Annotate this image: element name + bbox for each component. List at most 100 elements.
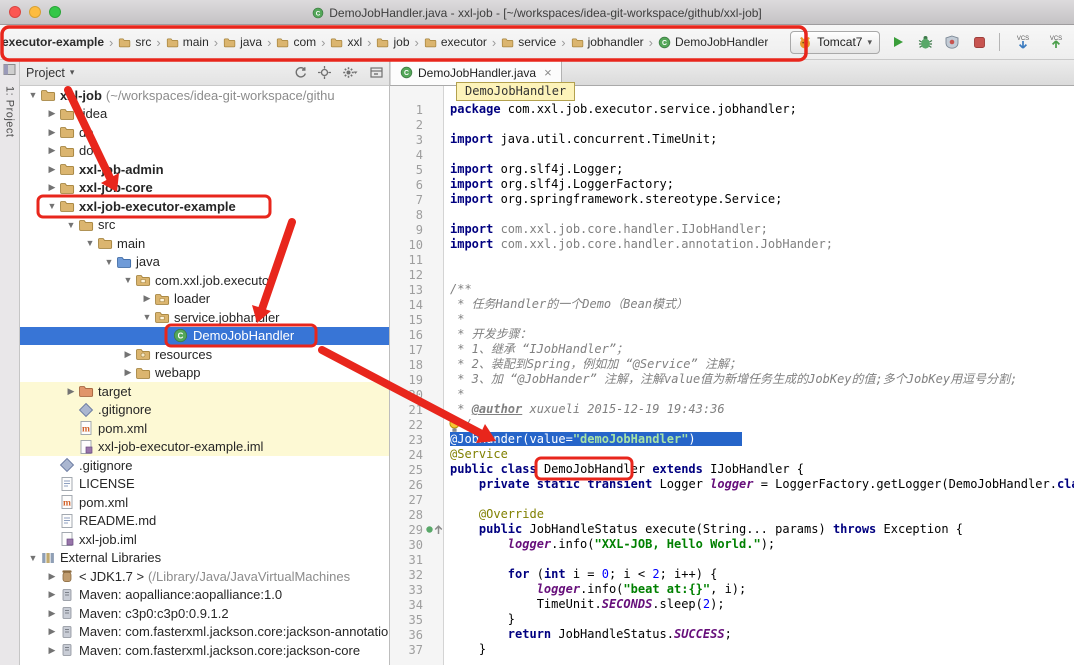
gutter-line-28[interactable]: 28 bbox=[390, 507, 443, 522]
gutter-line-17[interactable]: 17 bbox=[390, 342, 443, 357]
gutter-line-19[interactable]: 19 bbox=[390, 372, 443, 387]
breadcrumb-item-main[interactable]: main bbox=[166, 35, 209, 49]
gutter-line-5[interactable]: 5 bbox=[390, 162, 443, 177]
gutter-line-37[interactable]: 37 bbox=[390, 642, 443, 657]
chevron-down-icon[interactable]: ▼ bbox=[102, 257, 116, 267]
breadcrumb-item-java[interactable]: java bbox=[223, 35, 262, 49]
chevron-down-icon[interactable]: ▼ bbox=[26, 553, 40, 563]
scroll-to-source-icon[interactable] bbox=[318, 66, 331, 79]
tree-item-resources[interactable]: ▶resources bbox=[20, 345, 389, 364]
tree-item-gitignore[interactable]: .gitignore bbox=[20, 456, 389, 475]
gutter-line-6[interactable]: 6 bbox=[390, 177, 443, 192]
gutter-line-3[interactable]: 3 bbox=[390, 132, 443, 147]
breadcrumb-item-executor-example[interactable]: executor-example bbox=[2, 35, 104, 49]
debug-button[interactable] bbox=[916, 33, 934, 51]
chevron-down-icon[interactable]: ▼ bbox=[26, 90, 40, 100]
gutter-line-7[interactable]: 7 bbox=[390, 192, 443, 207]
gutter-line-36[interactable]: 36 bbox=[390, 627, 443, 642]
gutter-line-1[interactable]: 1 bbox=[390, 102, 443, 117]
gutter-line-4[interactable]: 4 bbox=[390, 147, 443, 162]
tree-item-webapp[interactable]: ▶webapp bbox=[20, 364, 389, 383]
tree-item-xxl-job-iml[interactable]: xxl-job.iml bbox=[20, 530, 389, 549]
gutter-line-34[interactable]: 34 bbox=[390, 597, 443, 612]
breadcrumb-item-executor[interactable]: executor bbox=[424, 35, 487, 49]
chevron-right-icon[interactable]: ▶ bbox=[45, 145, 59, 156]
vcs-update-button[interactable]: VCS bbox=[1011, 33, 1035, 51]
gutter-line-18[interactable]: 18 bbox=[390, 357, 443, 372]
vcs-commit-button[interactable]: VCS bbox=[1044, 33, 1068, 51]
tree-item-pom-xml[interactable]: mpom.xml bbox=[20, 419, 389, 438]
gutter-line-29[interactable]: 29 bbox=[390, 522, 443, 537]
chevron-down-icon[interactable]: ▼ bbox=[83, 238, 97, 248]
project-view-selector[interactable]: Project ▾ bbox=[26, 66, 74, 80]
breadcrumb-item-src[interactable]: src bbox=[118, 35, 151, 49]
chevron-right-icon[interactable]: ▶ bbox=[45, 108, 59, 119]
chevron-right-icon[interactable]: ▶ bbox=[45, 182, 59, 193]
tree-item-xxl-job-executor-example[interactable]: ▼xxl-job-executor-example bbox=[20, 197, 389, 216]
gutter-line-16[interactable]: 16 bbox=[390, 327, 443, 342]
tree-item-java[interactable]: ▼java bbox=[20, 253, 389, 272]
tree-item-pom-xml[interactable]: mpom.xml bbox=[20, 493, 389, 512]
tree-item-doc[interactable]: ▶doc bbox=[20, 142, 389, 161]
tree-item-demojobhandler[interactable]: CDemoJobHandler bbox=[20, 327, 389, 346]
synchronize-icon[interactable] bbox=[294, 66, 307, 79]
gutter-line-22[interactable]: 22 bbox=[390, 417, 443, 432]
gutter-line-11[interactable]: 11 bbox=[390, 252, 443, 267]
tree-item-maven-com-fasterxml-jackson-core-jackson-core[interactable]: ▶Maven: com.fasterxml.jackson.core:jacks… bbox=[20, 641, 389, 660]
gutter-line-14[interactable]: 14 bbox=[390, 297, 443, 312]
override-marker-icon[interactable] bbox=[426, 525, 443, 535]
gutter-line-10[interactable]: 10 bbox=[390, 237, 443, 252]
intention-bulb-icon[interactable] bbox=[448, 418, 461, 438]
gutter-line-32[interactable]: 32 bbox=[390, 567, 443, 582]
gutter-line-24[interactable]: 24 bbox=[390, 447, 443, 462]
code-area[interactable]: package com.xxl.job.executor.service.job… bbox=[444, 86, 1074, 665]
breadcrumb-item-service[interactable]: service bbox=[501, 35, 556, 49]
breadcrumb-item-job[interactable]: job bbox=[376, 35, 409, 49]
hide-panel-icon[interactable] bbox=[370, 66, 383, 79]
tree-item-license[interactable]: LICENSE bbox=[20, 475, 389, 494]
gutter-line-30[interactable]: 30 bbox=[390, 537, 443, 552]
chevron-right-icon[interactable]: ▶ bbox=[45, 127, 59, 138]
stop-button[interactable] bbox=[970, 33, 988, 51]
gutter-line-27[interactable]: 27 bbox=[390, 492, 443, 507]
gutter-line-9[interactable]: 9 bbox=[390, 222, 443, 237]
chevron-right-icon[interactable]: ▶ bbox=[140, 293, 154, 304]
gutter-line-15[interactable]: 15 bbox=[390, 312, 443, 327]
chevron-right-icon[interactable]: ▶ bbox=[45, 626, 59, 637]
tree-item-main[interactable]: ▼main bbox=[20, 234, 389, 253]
gutter-line-12[interactable]: 12 bbox=[390, 267, 443, 282]
tree-item-maven-com-fasterxml-jackson-core-jackson-annotations[interactable]: ▶Maven: com.fasterxml.jackson.core:jacks… bbox=[20, 623, 389, 642]
tree-item-readme-md[interactable]: README.md bbox=[20, 512, 389, 531]
project-tool-window-button[interactable]: 1: Project bbox=[4, 86, 16, 137]
chevron-right-icon[interactable]: ▶ bbox=[121, 367, 135, 378]
breadcrumb-item-com[interactable]: com bbox=[276, 35, 316, 49]
chevron-right-icon[interactable]: ▶ bbox=[64, 386, 78, 397]
tree-item-external-libraries[interactable]: ▼External Libraries bbox=[20, 549, 389, 568]
tree-item-maven-c3p0-c3p0-0-9-1-2[interactable]: ▶Maven: c3p0:c3p0:0.9.1.2 bbox=[20, 604, 389, 623]
gutter-line-21[interactable]: 21 bbox=[390, 402, 443, 417]
chevron-right-icon[interactable]: ▶ bbox=[121, 349, 135, 360]
chevron-down-icon[interactable]: ▼ bbox=[121, 275, 135, 285]
tree-item-idea[interactable]: ▶.idea bbox=[20, 105, 389, 124]
gutter-line-2[interactable]: 2 bbox=[390, 117, 443, 132]
tree-item-loader[interactable]: ▶loader bbox=[20, 290, 389, 309]
chevron-right-icon[interactable]: ▶ bbox=[45, 589, 59, 600]
settings-gear-icon[interactable] bbox=[342, 66, 359, 79]
tree-item-src[interactable]: ▼src bbox=[20, 216, 389, 235]
tree-item-target[interactable]: ▶target bbox=[20, 382, 389, 401]
tree-item-xxl-job-core[interactable]: ▶xxl-job-core bbox=[20, 179, 389, 198]
editor-gutter[interactable]: 1234567891011121314151617181920212223242… bbox=[390, 86, 444, 665]
tree-item-xxl-job-admin[interactable]: ▶xxl-job-admin bbox=[20, 160, 389, 179]
chevron-down-icon[interactable]: ▼ bbox=[64, 220, 78, 230]
tree-item-jdk1-7[interactable]: ▶< JDK1.7 > (/Library/Java/JavaVirtualMa… bbox=[20, 567, 389, 586]
gutter-line-23[interactable]: 23 bbox=[390, 432, 443, 447]
gutter-line-33[interactable]: 33 bbox=[390, 582, 443, 597]
breadcrumb-item-xxl[interactable]: xxl bbox=[330, 35, 362, 49]
coverage-button[interactable] bbox=[943, 33, 961, 51]
chevron-right-icon[interactable]: ▶ bbox=[45, 645, 59, 656]
breadcrumb-item-jobhandler[interactable]: jobhandler bbox=[571, 35, 644, 49]
gutter-line-13[interactable]: 13 bbox=[390, 282, 443, 297]
run-button[interactable] bbox=[889, 33, 907, 51]
chevron-right-icon[interactable]: ▶ bbox=[45, 164, 59, 175]
tree-item-xxl-job[interactable]: ▼xxl-job (~/workspaces/idea-git-workspac… bbox=[20, 86, 389, 105]
